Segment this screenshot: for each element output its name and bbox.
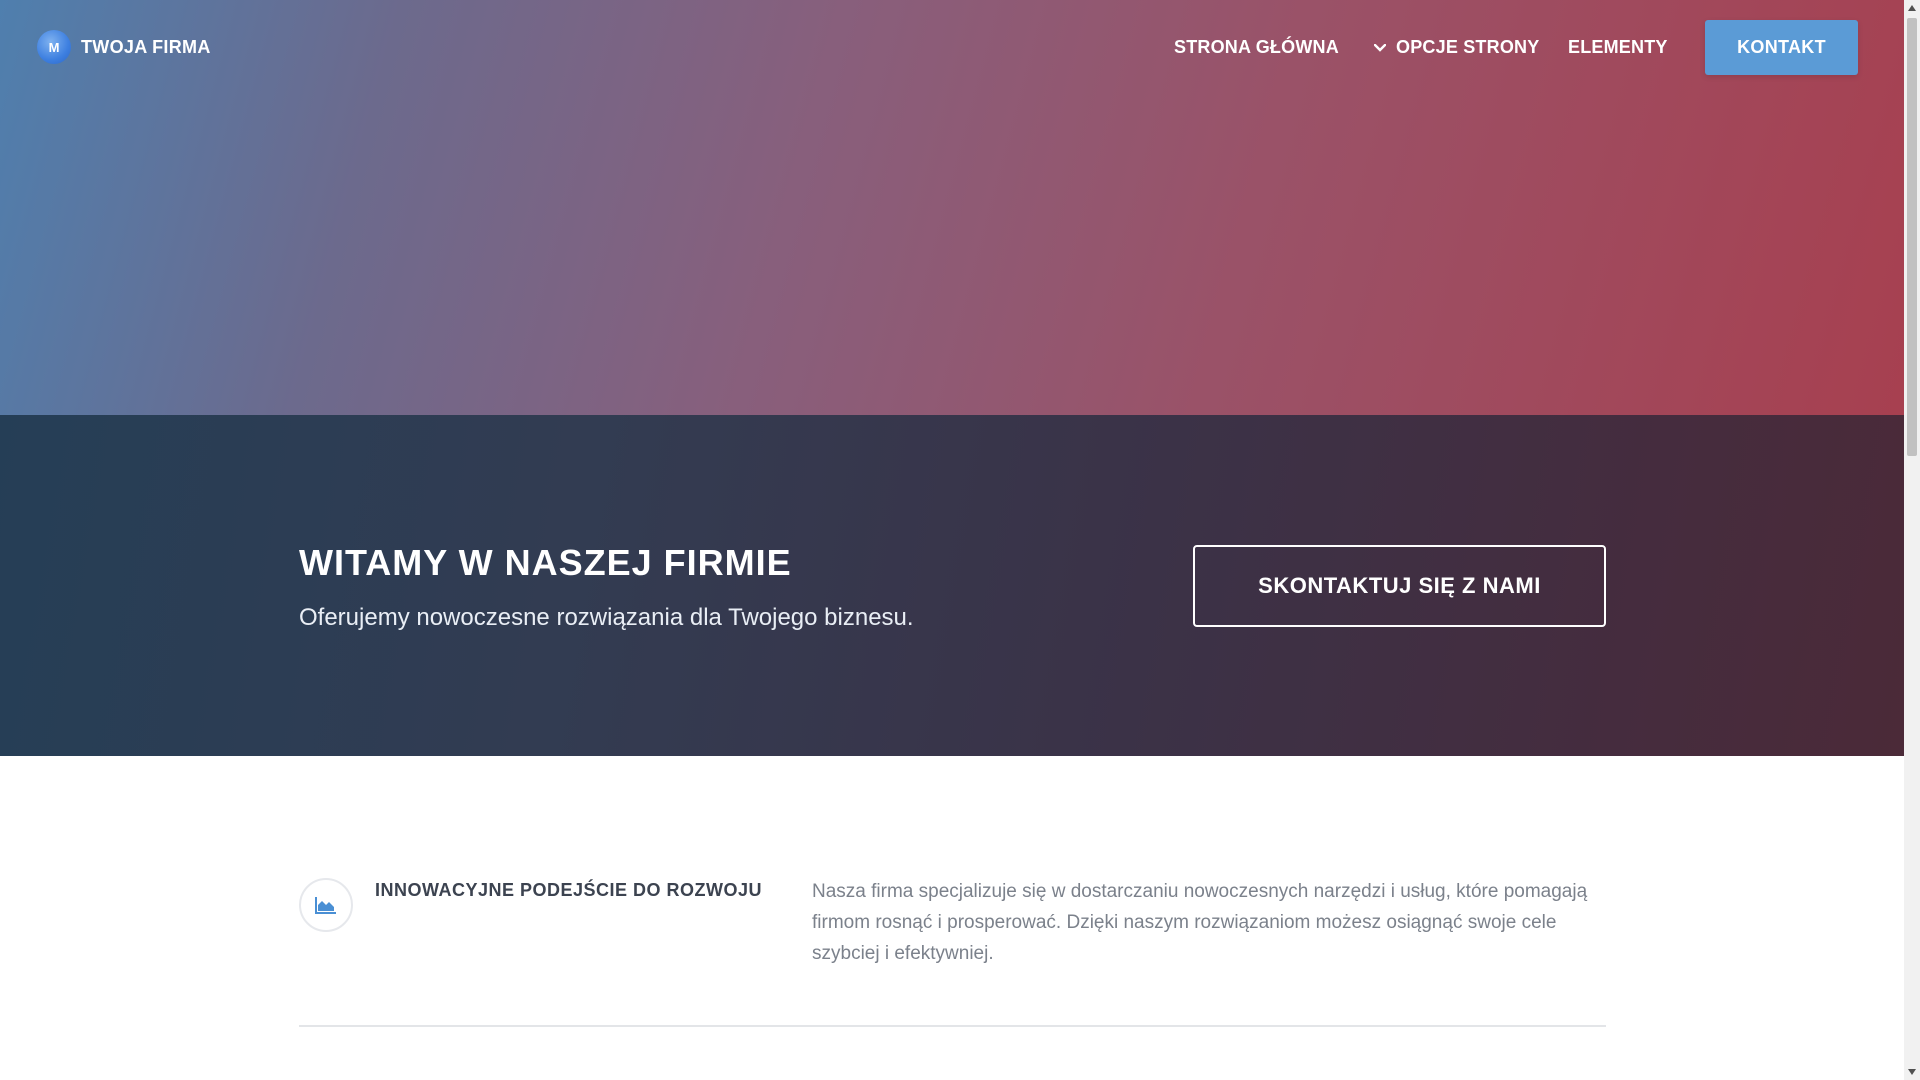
welcome-section: WITAMY W NASZEJ FIRMIE Oferujemy nowocze…	[0, 415, 1904, 756]
welcome-title: WITAMY W NASZEJ FIRMIE	[299, 542, 792, 583]
contact-nav-button[interactable]: KONTAKT	[1705, 20, 1858, 75]
welcome-subtitle: Oferujemy nowoczesne rozwiązania dla Two…	[299, 604, 914, 631]
nav-item-site-options[interactable]: OPCJE STRONY	[1374, 37, 1539, 58]
nav-item-home[interactable]: STRONA GŁÓWNA	[1174, 37, 1339, 58]
brand-link[interactable]: M TWOJA FIRMA	[37, 30, 211, 64]
hero-section: M TWOJA FIRMA STRONA GŁÓWNA OPCJE STRONY…	[0, 0, 1904, 415]
scrollbar-thumb[interactable]	[1907, 18, 1917, 456]
page-scrollbar[interactable]	[1904, 0, 1920, 1080]
section-divider	[299, 1025, 1606, 1027]
area-chart-icon	[299, 878, 353, 932]
chevron-down-icon	[1374, 43, 1386, 52]
page: M TWOJA FIRMA STRONA GŁÓWNA OPCJE STRONY…	[0, 0, 1904, 1080]
feature-title: INNOWACYJNE PODEJŚCIE DO ROZWOJU	[375, 880, 763, 900]
feature-section: INNOWACYJNE PODEJŚCIE DO ROZWOJU Nasza f…	[0, 756, 1904, 1080]
brand-name: TWOJA FIRMA	[81, 36, 211, 57]
brand-logo-icon: M	[37, 30, 71, 64]
nav-item-elements[interactable]: ELEMENTY	[1568, 37, 1668, 58]
scroll-up-arrow-icon[interactable]	[1904, 0, 1920, 16]
feature-description: Nasza firma specjalizuje się w dostarcza…	[812, 881, 1588, 964]
nav-item-site-options-label: OPCJE STRONY	[1396, 37, 1540, 57]
contact-us-button[interactable]: SKONTAKTUJ SIĘ Z NAMI	[1193, 545, 1606, 627]
navbar: M TWOJA FIRMA STRONA GŁÓWNA OPCJE STRONY…	[0, 0, 1904, 95]
scroll-down-arrow-icon[interactable]	[1904, 1064, 1920, 1080]
